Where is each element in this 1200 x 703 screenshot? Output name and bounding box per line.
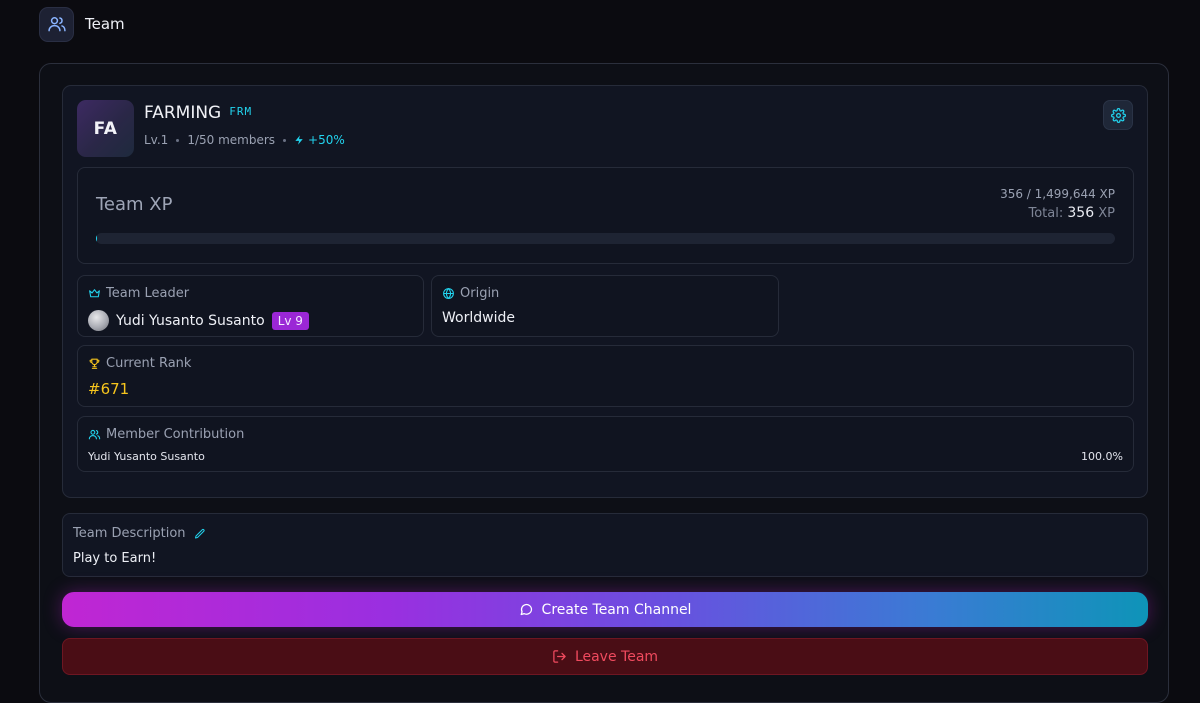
team-avatar: FA [77,100,134,157]
list-item: Yudi Yusanto Susanto 100.0% [88,450,1123,463]
team-leader-row[interactable]: Yudi Yusanto Susanto Lv 9 [88,310,309,331]
xp-boost: +50% [294,133,345,147]
team-leader-panel: Team Leader Yudi Yusanto Susanto Lv 9 [77,275,424,337]
chat-bubble-icon [519,602,534,617]
current-rank-heading-text: Current Rank [106,356,191,371]
team-panel: FA FARMING FRM Lv.1 1/50 members +50% Te… [39,63,1169,703]
leave-team-label: Leave Team [575,649,658,665]
leave-team-button[interactable]: Leave Team [62,638,1148,675]
page-title: Team [85,15,125,33]
team-description-heading: Team Description [73,526,206,541]
team-xp-label: Team XP [96,194,172,215]
avatar [88,310,109,331]
current-rank-panel: Current Rank #671 [77,345,1134,407]
separator-dot [283,139,286,142]
origin-heading-text: Origin [460,286,499,301]
xp-boost-value: +50% [308,133,345,147]
team-xp-panel: Team XP 356 / 1,499,644 XP Total: 356 XP [77,167,1134,264]
xp-total: Total: 356 XP [1000,205,1115,221]
origin-value: Worldwide [442,310,515,326]
team-description-panel: Team Description Play to Earn! [62,513,1148,577]
team-leader-heading-text: Team Leader [106,286,189,301]
current-rank-heading: Current Rank [88,356,191,371]
crown-icon [88,287,101,300]
team-name: FARMING [144,103,221,123]
origin-panel: Origin Worldwide [431,275,779,337]
contributor-percent: 100.0% [1081,450,1123,463]
team-level: Lv.1 [144,133,168,147]
pencil-icon[interactable] [194,528,206,540]
team-leader-heading: Team Leader [88,286,189,301]
team-meta: Lv.1 1/50 members +50% [144,133,345,147]
page-header: Team [39,6,125,42]
team-description-heading-text: Team Description [73,526,186,541]
users-icon [88,428,101,441]
users-icon [39,7,74,42]
xp-total-value: 356 [1067,205,1094,221]
origin-heading: Origin [442,286,499,301]
trophy-icon [88,357,101,370]
current-rank-value: #671 [88,380,129,398]
lightning-icon [294,134,305,146]
create-team-channel-label: Create Team Channel [542,602,692,618]
xp-total-label: Total: [1028,206,1063,221]
member-contribution-panel: Member Contribution Yudi Yusanto Susanto… [77,416,1134,472]
team-card: FA FARMING FRM Lv.1 1/50 members +50% Te… [62,85,1148,498]
logout-icon [552,649,567,664]
level-badge: Lv 9 [272,312,309,330]
xp-progress-bar [96,233,1115,244]
team-tag: FRM [229,105,252,118]
team-description-text: Play to Earn! [73,551,156,566]
separator-dot [176,139,179,142]
create-team-channel-button[interactable]: Create Team Channel [62,592,1148,627]
team-leader-name: Yudi Yusanto Susanto [116,313,265,329]
member-contribution-heading: Member Contribution [88,427,244,442]
xp-progress-text: 356 / 1,499,644 XP [1000,187,1115,201]
member-contribution-heading-text: Member Contribution [106,427,244,442]
contributor-name: Yudi Yusanto Susanto [88,450,205,463]
globe-icon [442,287,455,300]
team-members: 1/50 members [187,133,275,147]
team-settings-button[interactable] [1103,100,1133,130]
gear-icon [1111,108,1126,123]
xp-total-unit: XP [1098,206,1115,221]
team-name-row: FARMING FRM [144,103,252,123]
team-xp-values: 356 / 1,499,644 XP Total: 356 XP [1000,187,1115,221]
